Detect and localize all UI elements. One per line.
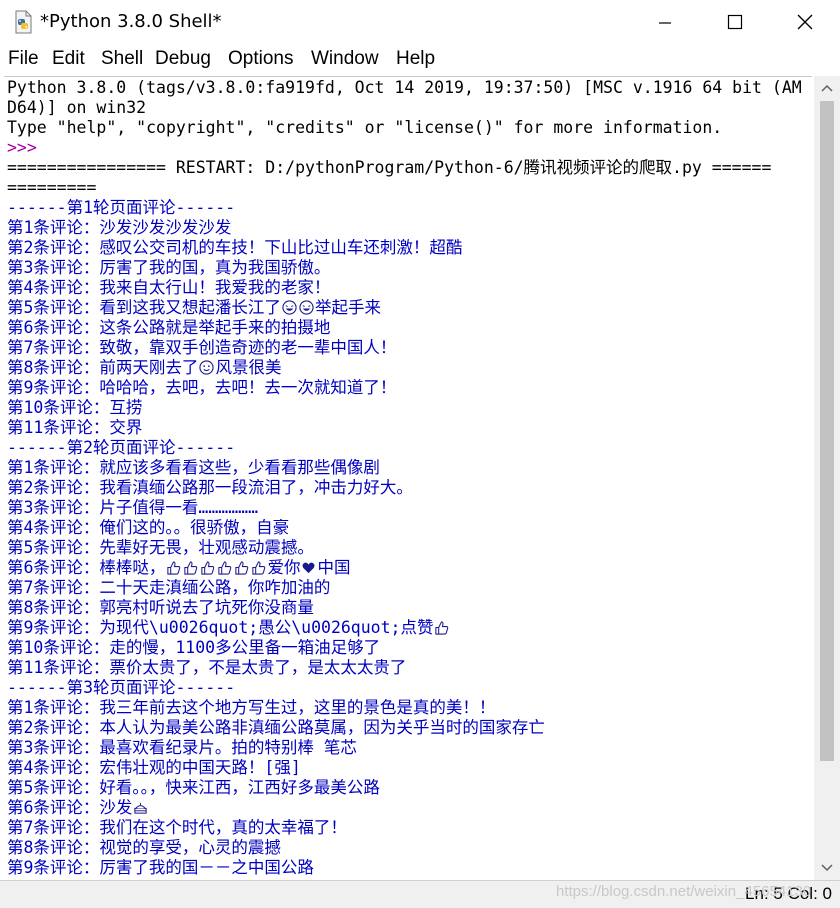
laugh-emoji-icon bbox=[282, 300, 297, 315]
restart-banner: ================ RESTART: D:/pythonProgr… bbox=[7, 158, 772, 177]
output-line: 第6条评论：沙发 bbox=[7, 798, 149, 818]
output-line: 第8条评论：郭亮村听说去了坑死你没商量 bbox=[7, 598, 314, 617]
output-line: 第8条评论：前两天刚去了 风景很美 bbox=[7, 358, 282, 377]
output-line: 第9条评论：为现代\u0026quot;愚公\u0026quot;点赞 bbox=[7, 618, 450, 638]
scroll-down-button[interactable] bbox=[814, 856, 840, 880]
output-line: 第5条评论：好看。。，快来江西，江西好多最美公路 bbox=[7, 778, 380, 797]
shell-banner-line: Python 3.8.0 (tags/v3.8.0:fa919fd, Oct 1… bbox=[7, 78, 802, 97]
output-line: 第10条评论：走的慢，1100多公里备一箱油足够了 bbox=[7, 638, 381, 657]
output-line: 第6条评论：这条公路就是举起手来的拍摄地 bbox=[7, 318, 331, 337]
thumb-emoji-icon bbox=[184, 561, 198, 575]
output-line: 第5条评论：看到这我又想起潘长江了 举起手来 bbox=[7, 298, 381, 317]
output-line: 第4条评论：宏伟壮观的中国天路！[强] bbox=[7, 758, 301, 777]
output-line: 第7条评论：我们在这个时代，真的太幸福了！ bbox=[7, 818, 347, 837]
output-line: 第11条评论：票价太贵了，不是太贵了，是太太太贵了 bbox=[7, 658, 407, 677]
thumb-emoji-icon bbox=[201, 561, 215, 575]
title-bar: *Python 3.8.0 Shell* bbox=[0, 0, 840, 44]
output-line: ------第1轮页面评论------ bbox=[7, 198, 236, 217]
maximize-icon bbox=[727, 14, 743, 30]
output-line: 第2条评论：本人认为最美公路非滇缅公路莫属，因为关乎当时的国家存亡 bbox=[7, 718, 545, 737]
output-line: 第4条评论：俺们这的。。很骄傲，自豪 bbox=[7, 518, 290, 537]
output-line: 第1条评论：就应该多看看这些，少看看那些偶像剧 bbox=[7, 458, 380, 477]
minimize-button[interactable] bbox=[630, 0, 700, 44]
scroll-down-arrow-icon bbox=[821, 864, 833, 872]
menu-shell[interactable]: Shell bbox=[101, 48, 143, 70]
output-line: 第4条评论：我来自太行山！我爱我的老家！ bbox=[7, 278, 331, 297]
smile-emoji-icon bbox=[199, 360, 215, 375]
output-line: 第1条评论：我三年前去这个地方写生过，这里的景色是真的美！！ bbox=[7, 698, 496, 717]
output-line: 第9条评论：厉害了我的国－－之中国公路 bbox=[7, 858, 314, 877]
shell-banner-line: Type "help", "copyright", "credits" or "… bbox=[7, 118, 723, 137]
close-button[interactable] bbox=[770, 0, 840, 44]
minimize-icon bbox=[659, 22, 671, 24]
menu-edit[interactable]: Edit bbox=[52, 48, 85, 70]
menu-help[interactable]: Help bbox=[396, 48, 435, 70]
scroll-up-button[interactable] bbox=[814, 76, 840, 100]
menu-bar: File Edit Shell Debug Options Window Hel… bbox=[0, 44, 840, 74]
output-line: 第2条评论：感叹公交司机的车技！下山比过山车还刺激！超酷 bbox=[7, 238, 463, 257]
menu-options[interactable]: Options bbox=[228, 48, 293, 70]
output-line: 第5条评论：先辈好无畏，壮观感动震撼。 bbox=[7, 538, 314, 557]
output-line: 第11条评论：交界 bbox=[7, 418, 143, 437]
scroll-up-arrow-icon bbox=[821, 84, 833, 92]
thumb-emoji-icon bbox=[167, 561, 181, 575]
output-line: 第3条评论：厉害了我的国，真为我国骄傲。 bbox=[7, 258, 331, 277]
output-line: ------第3轮页面评论------ bbox=[7, 678, 236, 697]
output-line: 第8条评论：视觉的享受，心灵的震撼 bbox=[7, 838, 281, 857]
thumb-emoji-icon bbox=[252, 561, 266, 575]
menu-window[interactable]: Window bbox=[311, 48, 379, 70]
output-line: 第10条评论：互捞 bbox=[7, 398, 143, 417]
output-line: ------第2轮页面评论------ bbox=[7, 438, 236, 457]
shell-prompt: >>> bbox=[7, 138, 47, 157]
output-line: 第7条评论：致敬，靠双手创造奇迹的老一辈中国人！ bbox=[7, 338, 397, 357]
thumb-emoji-icon bbox=[218, 561, 232, 575]
scrollbar-thumb[interactable] bbox=[820, 101, 834, 761]
heart-emoji-icon bbox=[302, 562, 315, 574]
shell-banner-line: D64)] on win32 bbox=[7, 98, 147, 117]
menu-file[interactable]: File bbox=[8, 48, 39, 70]
shell-text-area[interactable]: Python 3.8.0 (tags/v3.8.0:fa919fd, Oct 1… bbox=[4, 76, 812, 881]
python-idle-icon bbox=[15, 10, 32, 34]
close-icon bbox=[797, 14, 813, 30]
thumb-emoji-icon bbox=[235, 561, 249, 575]
output-line: 第6条评论：棒棒哒， 爱你 中国 bbox=[7, 558, 351, 577]
window-title: *Python 3.8.0 Shell* bbox=[40, 11, 222, 32]
thumb-emoji-icon bbox=[435, 621, 449, 635]
output-line: 第9条评论：哈哈哈，去吧，去吧！去一次就知道了！ bbox=[7, 378, 397, 397]
restart-banner: ========= bbox=[7, 178, 97, 197]
menu-debug[interactable]: Debug bbox=[155, 48, 211, 70]
output-line: 第7条评论：二十天走滇缅公路，你咋加油的 bbox=[7, 578, 331, 597]
maximize-button[interactable] bbox=[700, 0, 770, 44]
output-line: 第2条评论：我看滇缅公路那一段流泪了，冲击力好大。 bbox=[7, 478, 413, 497]
output-line: 第3条评论：最喜欢看纪录片。拍的特别棒 笔芯 bbox=[7, 738, 357, 757]
watermark: https://blog.csdn.net/weixin_45654130 bbox=[556, 883, 812, 900]
output-line: 第3条评论：片子值得一看……………… bbox=[7, 498, 259, 517]
laugh-emoji-icon bbox=[299, 300, 314, 315]
vertical-scrollbar[interactable] bbox=[814, 76, 840, 880]
cake-emoji-icon bbox=[134, 802, 148, 814]
output-line: 第1条评论：沙发沙发沙发沙发 bbox=[7, 218, 232, 237]
